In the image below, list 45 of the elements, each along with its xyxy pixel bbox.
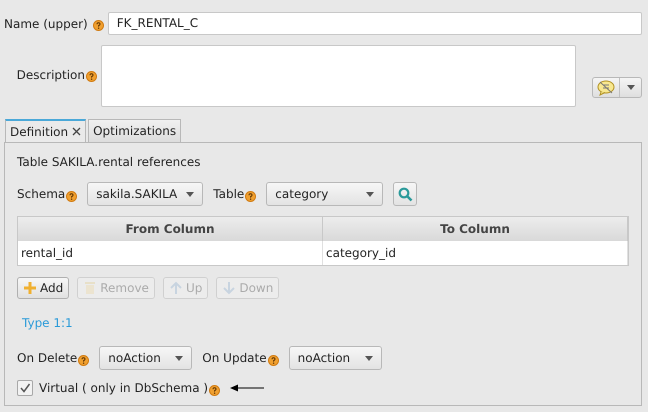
column-header[interactable]: From Column (18, 217, 323, 241)
arrow-down-icon (222, 281, 236, 295)
virtual-checkbox[interactable] (17, 380, 33, 396)
description-label: Description (16, 67, 85, 82)
help-icon[interactable] (245, 190, 256, 202)
help-icon[interactable] (209, 384, 220, 396)
arrow-up-icon (168, 281, 183, 295)
on-update-label: On Update (202, 351, 267, 365)
help-icon[interactable] (268, 354, 279, 366)
check-icon (19, 382, 31, 394)
arrow-left-icon (230, 384, 264, 392)
close-icon[interactable] (72, 127, 82, 136)
search-button[interactable] (393, 182, 418, 206)
on-delete-dropdown[interactable]: noAction (99, 346, 192, 370)
column-header[interactable]: To Column (323, 217, 628, 241)
tab[interactable]: Definition (5, 119, 86, 142)
virtual-label: Virtual ( only in DbSchema ) (39, 381, 208, 395)
name-label: Name (upper) (4, 16, 88, 30)
table-cell: rental_id (18, 241, 323, 265)
panel-heading: Table SAKILA.rental references (17, 155, 202, 169)
help-icon[interactable] (92, 20, 104, 31)
name-field[interactable]: FK_RENTAL_C (108, 12, 642, 35)
schema-label: Schema (17, 187, 66, 201)
caret-icon (626, 85, 634, 90)
search-icon (398, 186, 413, 202)
trash-icon (83, 281, 98, 295)
help-icon[interactable] (78, 354, 90, 366)
caret-icon (366, 192, 374, 196)
help-icon[interactable] (86, 71, 97, 82)
on-delete-label: On Delete (17, 351, 78, 365)
table-label: Table (213, 187, 244, 201)
description-field[interactable] (101, 45, 576, 107)
table-dropdown[interactable]: category (266, 182, 384, 206)
caret-icon (175, 356, 184, 360)
tab[interactable]: Optimizations (88, 119, 182, 142)
caret-icon (186, 192, 194, 196)
schema-dropdown[interactable]: sakila.SAKILA (87, 182, 204, 206)
comment-split-button[interactable] (592, 77, 642, 98)
on-update-dropdown[interactable]: noAction (288, 346, 382, 370)
table-cell: category_id (323, 241, 628, 265)
speech-bubble-icon (597, 80, 615, 96)
help-icon[interactable] (66, 190, 78, 202)
plus-icon (23, 281, 37, 295)
add-button[interactable]: Add (17, 277, 70, 299)
caret-icon (364, 356, 373, 360)
